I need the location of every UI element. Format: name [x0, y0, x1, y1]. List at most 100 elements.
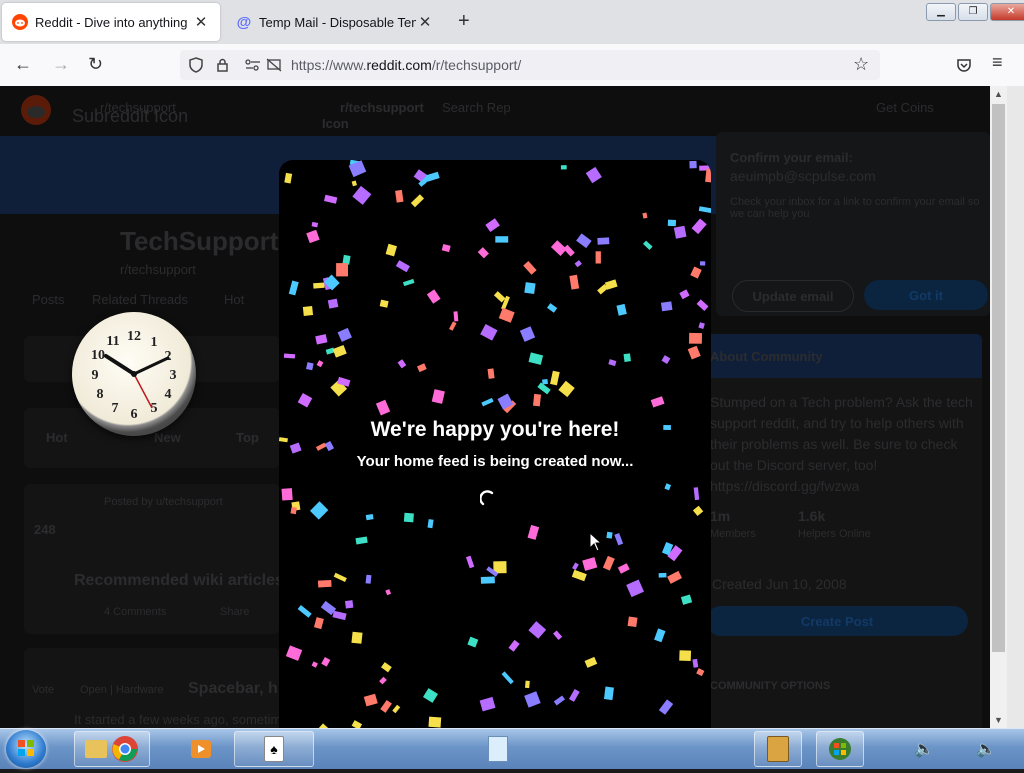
post-flair: Open | Hardware [80, 684, 164, 696]
confetti-piece [332, 610, 347, 621]
calculator-icon[interactable] [754, 731, 802, 767]
desktop-clock-gadget: 12 1 2 345 678 9 10 11 [72, 312, 196, 436]
close-window-icon[interactable]: ✕ [990, 3, 1024, 21]
confetti-piece [449, 321, 457, 331]
url-bar[interactable]: https://www.reddit.com/r/techsupport/ ☆ [180, 50, 880, 80]
confetti-piece [336, 263, 348, 277]
about-title: About Community [710, 349, 823, 364]
vote-count: 248 [34, 522, 56, 537]
confetti-piece [569, 274, 580, 290]
minimize-window-icon[interactable]: ▁ [926, 3, 956, 21]
confetti-piece [352, 185, 372, 205]
volume-icon[interactable]: 🔈 [914, 739, 934, 759]
svg-text:12: 12 [127, 329, 141, 344]
tab-reddit[interactable]: Reddit - Dive into anything ✕ [2, 3, 220, 41]
online-label: Helpers Online [798, 528, 871, 540]
svg-text:5: 5 [151, 401, 158, 416]
confetti-piece [528, 621, 547, 639]
permissions-icon[interactable] [244, 58, 262, 72]
confetti-piece [316, 360, 324, 368]
confetti-piece [379, 299, 389, 308]
confetti-piece [281, 488, 293, 501]
confetti-piece [311, 661, 318, 668]
share-link: Share [220, 606, 250, 618]
confetti-piece [558, 380, 575, 398]
scroll-thumb[interactable] [992, 104, 1005, 652]
tab-temp-mail[interactable]: @ Temp Mail - Disposable Tempor ✕ [226, 3, 444, 41]
reload-icon[interactable]: ↻ [88, 54, 103, 75]
confetti-piece [365, 574, 372, 584]
svg-text:4: 4 [165, 387, 172, 402]
confetti-piece [608, 359, 617, 367]
community-options: COMMUNITY OPTIONS [710, 680, 831, 692]
confetti-piece [426, 289, 441, 304]
about-header: About Community [700, 334, 982, 378]
modal-title: We're happy you're here! [370, 418, 620, 441]
volume-icon[interactable]: 🔈 [976, 739, 996, 759]
confetti-piece [584, 656, 598, 668]
subreddit-icon-alt: Subreddit Icon [72, 106, 189, 126]
confetti-piece [284, 172, 293, 184]
close-tab-icon[interactable]: ✕ [416, 13, 434, 31]
chrome-icon[interactable] [111, 735, 139, 763]
menu-icon[interactable]: ≡ [992, 52, 1003, 73]
new-tab-icon[interactable]: + [458, 10, 470, 33]
confetti-piece [527, 524, 540, 540]
confetti-piece [479, 696, 496, 712]
confetti-piece [311, 221, 319, 228]
start-orb-icon[interactable] [6, 730, 46, 768]
confetti-piece [614, 533, 624, 546]
confetti-piece [585, 166, 602, 184]
confetti-piece [467, 636, 479, 648]
bookmark-star-icon[interactable]: ☆ [853, 54, 869, 75]
post-card: 248 Posted by u/techsupport Recommended … [24, 484, 284, 634]
scroll-down-icon[interactable]: ▼ [990, 712, 1007, 728]
lock-icon[interactable] [215, 57, 231, 73]
confetti-piece [288, 280, 299, 296]
confetti-piece [379, 676, 387, 685]
explorer-icon[interactable] [85, 740, 107, 758]
update-email-button: Update email [732, 280, 854, 312]
confetti-piece [427, 519, 434, 529]
confetti-piece [289, 442, 302, 454]
confetti-piece [416, 363, 427, 373]
confetti-piece [395, 260, 410, 273]
close-tab-icon[interactable]: ✕ [192, 13, 210, 31]
reddit-logo-icon [21, 95, 51, 125]
svg-text:8: 8 [97, 387, 104, 402]
confetti-piece [337, 327, 352, 342]
solitaire-icon[interactable]: ♠ [234, 731, 314, 767]
taskbar-browser-group[interactable] [74, 731, 150, 767]
confetti-piece [351, 631, 363, 644]
confetti-piece [553, 630, 563, 640]
restore-window-icon[interactable]: ❐ [958, 3, 988, 21]
confetti-piece [693, 487, 700, 501]
notepad-icon[interactable] [480, 731, 516, 767]
confetti-piece [477, 247, 489, 259]
scroll-up-icon[interactable]: ▲ [990, 86, 1007, 102]
confetti-piece [553, 695, 565, 706]
confetti-piece [574, 260, 582, 268]
back-icon[interactable]: ← [14, 54, 32, 75]
confetti-piece [385, 243, 397, 257]
about-text: Stumped on a Tech problem? Ask the tech … [710, 394, 973, 494]
pocket-icon[interactable] [956, 57, 972, 73]
search-scope-right: r/techsupport [340, 100, 424, 115]
confetti-piece [306, 229, 320, 244]
confetti-piece [425, 171, 440, 182]
svg-text:9: 9 [92, 368, 99, 383]
confetti-piece [691, 218, 707, 235]
page-scrollbar[interactable]: ▲ ▼ [990, 86, 1007, 728]
shield-icon[interactable] [188, 57, 204, 73]
confetti-piece [495, 236, 509, 243]
confetti-piece [642, 212, 648, 219]
windows-logo-icon[interactable] [816, 731, 864, 767]
confetti-piece [428, 716, 442, 728]
confetti-piece [380, 662, 392, 673]
forward-icon[interactable]: → [52, 54, 70, 75]
confetti-piece [309, 501, 329, 520]
media-player-icon[interactable] [186, 731, 216, 767]
svg-text:10: 10 [91, 348, 105, 363]
confetti-piece [617, 563, 630, 574]
blocked-media-icon[interactable] [266, 58, 282, 72]
